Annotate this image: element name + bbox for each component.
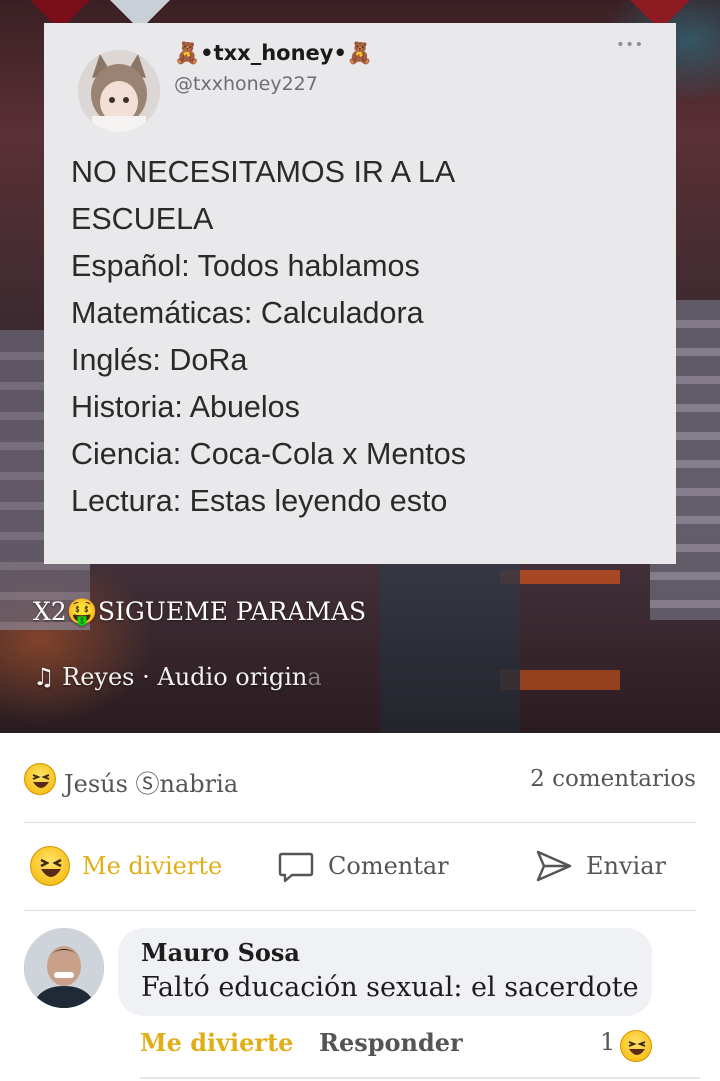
comment-button[interactable]: Comentar [276, 846, 449, 886]
tweet-handle: @txxhoney227 [174, 73, 318, 95]
tweet-text: NO NECESITAMOS IR A LA ESCUELA Español: … [71, 149, 661, 525]
comment-label: Comentar [328, 852, 449, 880]
comment-actions: Me divierte Responder 1 [0, 1028, 720, 1068]
comment-icon [278, 852, 314, 883]
post-actions: Me divierte Comentar Enviar [0, 824, 720, 910]
tweet-line: Inglés: DoRa [71, 343, 248, 377]
reel-caption[interactable]: X2🤑SIGUEME PARAMAS [33, 597, 366, 627]
more-options-icon: ••• [616, 37, 644, 53]
tweet-line: Español: Todos hablamos [71, 249, 420, 283]
haha-reaction-icon[interactable] [24, 763, 56, 795]
tweet-line: Historia: Abuelos [71, 390, 300, 424]
send-icon [536, 850, 572, 882]
haha-reaction-icon[interactable] [620, 1030, 652, 1062]
reactions-summary: Jesús Ⓢnabria 2 comentarios [0, 733, 720, 823]
comments-count[interactable]: 2 comentarios [530, 766, 696, 792]
commenter-avatar[interactable] [24, 928, 104, 1008]
tweet-display-name: 🧸•txx_honey•🧸 [174, 41, 374, 65]
comment-bubble: Mauro Sosa Faltó educación sexual: el sa… [118, 928, 652, 1016]
reactor-names[interactable]: Jesús Ⓢnabria [64, 764, 238, 799]
divider [24, 910, 696, 911]
comment-author[interactable]: Mauro Sosa [141, 938, 300, 967]
tweet-line: Ciencia: Coca-Cola x Mentos [71, 437, 466, 471]
comment-reply-button[interactable]: Responder [319, 1028, 463, 1057]
send-button[interactable]: Enviar [534, 846, 666, 886]
audio-link[interactable]: ♫ Reyes · Audio origina [33, 663, 322, 691]
divider [24, 822, 696, 823]
tweet-line: ESCUELA [71, 202, 214, 236]
tweet-line: Lectura: Estas leyendo esto [71, 484, 448, 518]
comment-react-button[interactable]: Me divierte [140, 1028, 293, 1057]
audio-label: ♫ Reyes · Audio origin [33, 663, 308, 691]
tweet-line: Matemáticas: Calculadora [71, 296, 424, 330]
comment-reaction-count: 1 [600, 1028, 616, 1056]
tweet-avatar [78, 50, 160, 132]
reel-video[interactable]: 🧸•txx_honey•🧸 @txxhoney227 ••• NO NECESI… [0, 0, 720, 733]
react-label: Me divierte [82, 852, 223, 880]
react-button[interactable]: Me divierte [30, 846, 222, 886]
audio-label-fade: a [307, 663, 322, 691]
send-label: Enviar [586, 852, 666, 880]
comment-text: Faltó educación sexual: el sacerdote [141, 972, 639, 1003]
tweet-line: NO NECESITAMOS IR A LA [71, 155, 456, 189]
divider [140, 1077, 700, 1079]
haha-reaction-icon [30, 846, 70, 886]
tweet-card: 🧸•txx_honey•🧸 @txxhoney227 ••• NO NECESI… [44, 23, 676, 564]
